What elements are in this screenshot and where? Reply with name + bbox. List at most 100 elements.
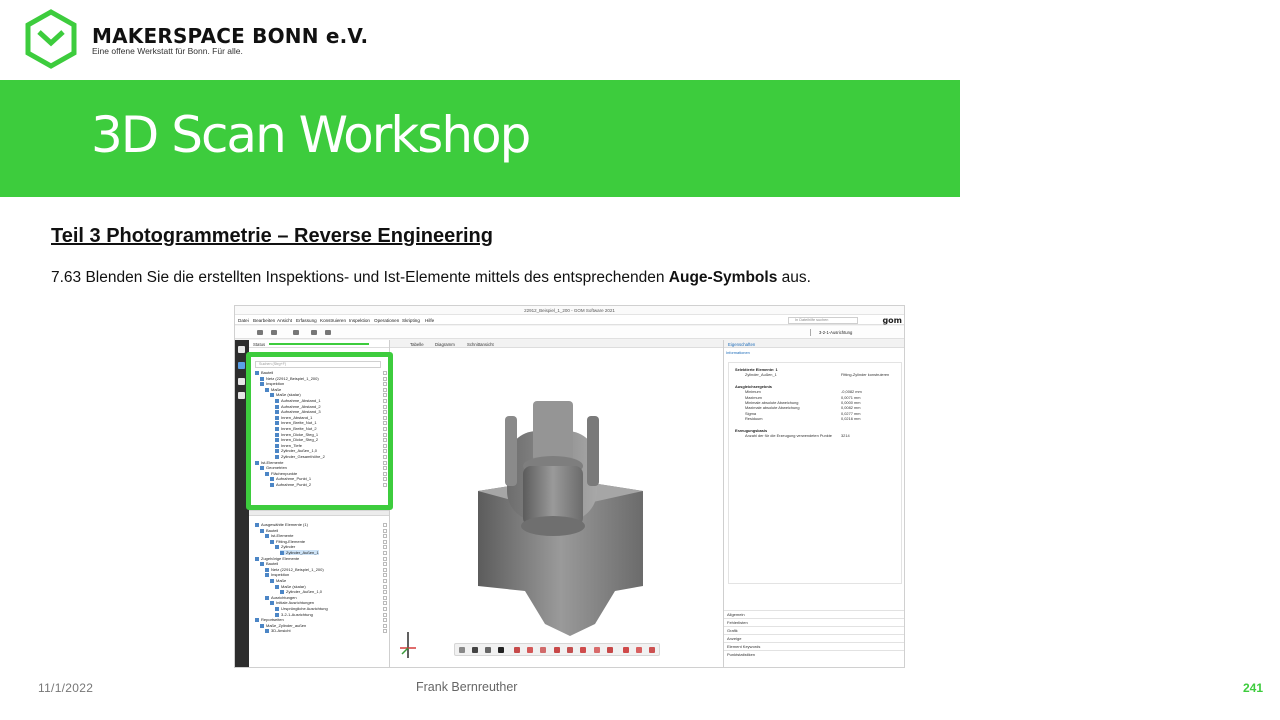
- property-section[interactable]: Element Keywords: [724, 642, 904, 650]
- menu-item[interactable]: Erfassung: [296, 318, 317, 323]
- instruction-text: 7.63 Blenden Sie die erstellten Inspekti…: [51, 269, 811, 287]
- menu-item[interactable]: Operationen: [374, 318, 399, 323]
- visibility-eye-icon[interactable]: [383, 545, 387, 550]
- visibility-eye-icon[interactable]: [383, 567, 387, 572]
- tree-item[interactable]: Ausgewählte Elemente (1): [255, 522, 308, 527]
- tree-item[interactable]: Fitting-Elemente: [270, 539, 305, 544]
- visibility-eye-icon[interactable]: [383, 539, 387, 544]
- visibility-eye-icon[interactable]: [383, 629, 387, 634]
- tab-properties[interactable]: Eigenschaften: [728, 342, 755, 347]
- tree-item[interactable]: Maße (skalar): [275, 584, 306, 589]
- tree-item[interactable]: Netz (22912_Beispiel_1_200): [265, 567, 324, 572]
- property-section[interactable]: Grafik: [724, 626, 904, 634]
- visibility-eye-icon[interactable]: [383, 523, 387, 527]
- measure-tool-icon[interactable]: [271, 330, 277, 335]
- menu-item[interactable]: Inspektion: [349, 318, 370, 323]
- tree-item[interactable]: Zylinder_Außen_1,0: [280, 589, 322, 594]
- shield-icon[interactable]: [472, 647, 478, 653]
- deviation-icon[interactable]: [580, 647, 586, 653]
- tree-item[interactable]: Initiale Ausrichtungen: [270, 600, 314, 605]
- visibility-eye-icon[interactable]: [383, 579, 387, 583]
- tree-node-icon: [265, 534, 269, 539]
- menu-item[interactable]: Skripting: [402, 318, 420, 323]
- property-section[interactable]: Anzeige: [724, 634, 904, 642]
- visibility-eye-icon[interactable]: [383, 612, 387, 617]
- visibility-eye-icon[interactable]: [383, 601, 387, 606]
- menu-item[interactable]: Bearbeiten: [253, 318, 275, 323]
- visibility-eye-icon[interactable]: [383, 590, 387, 595]
- explorer-icon[interactable]: [238, 362, 245, 369]
- visibility-eye-icon[interactable]: [383, 528, 387, 533]
- tree-item[interactable]: Maße: [270, 578, 286, 583]
- explorer-separator[interactable]: [249, 510, 389, 516]
- tree-item[interactable]: 3D-Ansicht: [265, 628, 291, 633]
- tree-item[interactable]: Zylinder: [275, 544, 295, 549]
- alignment-dropdown[interactable]: 3-2-1-Ausrichtung: [810, 329, 884, 336]
- 3d-viewport[interactable]: Tabelle Diagramm Schnittansicht: [390, 340, 723, 667]
- tree-item[interactable]: Ist-Elemente: [265, 533, 293, 538]
- visibility-eye-icon[interactable]: [383, 573, 387, 578]
- camera-icon[interactable]: [325, 330, 331, 335]
- clock-icon[interactable]: [623, 647, 629, 653]
- visibility-eye-icon[interactable]: [383, 556, 387, 561]
- tree-item[interactable]: Maße_Zylinder_außen: [260, 623, 306, 628]
- visibility-eye-icon[interactable]: [383, 562, 387, 567]
- report-add-icon[interactable]: [636, 647, 642, 653]
- tree-item[interactable]: Bauteil: [260, 561, 278, 566]
- tree-item-label: Bauteil: [266, 561, 279, 567]
- visibility-eye-icon[interactable]: [383, 623, 387, 628]
- tree-item[interactable]: Ausrichtungen: [265, 595, 297, 600]
- point-icon[interactable]: [594, 647, 600, 653]
- property-section[interactable]: Punktstatistiken: [724, 650, 904, 658]
- tab-section-view[interactable]: Schnittansicht: [467, 342, 494, 347]
- measure-icon[interactable]: [514, 647, 520, 653]
- property-label: Anzahl der für die Erzeugung verwendeten…: [745, 433, 832, 438]
- tab-information[interactable]: Informationen: [726, 350, 750, 355]
- menu-item[interactable]: Konstruieren: [320, 318, 346, 323]
- tree-item-label: Ursprüngliche Ausrichtung: [281, 606, 328, 611]
- select-tool-icon[interactable]: [257, 330, 263, 335]
- tree-item[interactable]: Zugehörige Elemente: [255, 556, 299, 561]
- menu-item[interactable]: Datei: [238, 318, 249, 323]
- menu-item[interactable]: Hilfe: [425, 318, 434, 323]
- visibility-eye-icon[interactable]: [383, 534, 387, 539]
- table-icon[interactable]: [238, 392, 245, 399]
- zoom-tool-icon[interactable]: [311, 330, 317, 335]
- property-section[interactable]: Fehlerlisten: [724, 618, 904, 626]
- menu-item[interactable]: Ansicht: [277, 318, 292, 323]
- visibility-eye-icon[interactable]: [383, 618, 387, 623]
- visibility-eye-icon[interactable]: [383, 551, 387, 555]
- help-search-input[interactable]: In Dateihilfe suchen: [788, 317, 858, 324]
- tree-item[interactable]: Zylinder_Außen_1: [280, 550, 319, 556]
- cut-icon[interactable]: [554, 647, 560, 653]
- tree-item[interactable]: Ursprüngliche Ausrichtung: [275, 606, 328, 611]
- app-menubar: Datei Bearbeiten Ansicht Erfassung Konst…: [235, 315, 904, 325]
- snapshot-icon[interactable]: [649, 647, 655, 653]
- tab-table[interactable]: Tabelle: [410, 342, 424, 347]
- instruction-prefix: 7.63 Blenden Sie die erstellten Inspekti…: [51, 269, 669, 286]
- grid-icon[interactable]: [485, 647, 491, 653]
- tab-diagram[interactable]: Diagramm: [435, 342, 455, 347]
- eye-icon[interactable]: [498, 647, 504, 653]
- visibility-eye-icon[interactable]: [383, 595, 387, 600]
- check-icon[interactable]: [607, 647, 613, 653]
- angle-icon[interactable]: [527, 647, 533, 653]
- tree-item[interactable]: 3-2-1-Ausrichtung: [275, 612, 313, 617]
- view-icon[interactable]: [459, 647, 465, 653]
- property-value: -0,0082 mm: [841, 389, 862, 395]
- property-section[interactable]: Allgemein: [724, 610, 904, 618]
- pointer-tool-icon[interactable]: [293, 330, 299, 335]
- home-icon[interactable]: [238, 346, 245, 353]
- label-icon[interactable]: [567, 647, 573, 653]
- visibility-eye-icon[interactable]: [383, 584, 387, 589]
- tree-item[interactable]: Inspektion: [265, 572, 289, 577]
- curve-icon[interactable]: [540, 647, 546, 653]
- report-icon[interactable]: [238, 378, 245, 385]
- tree-item[interactable]: Reportseiten: [255, 617, 284, 622]
- tree-node-icon: [265, 629, 269, 634]
- property-label: Maximum: [745, 394, 762, 400]
- properties-panel: Eigenschaften Informationen Selektierte …: [723, 340, 904, 667]
- visibility-eye-icon[interactable]: [383, 607, 387, 611]
- slide-title: 3D Scan Workshop: [91, 106, 531, 164]
- tree-item[interactable]: Bauteil: [260, 528, 278, 533]
